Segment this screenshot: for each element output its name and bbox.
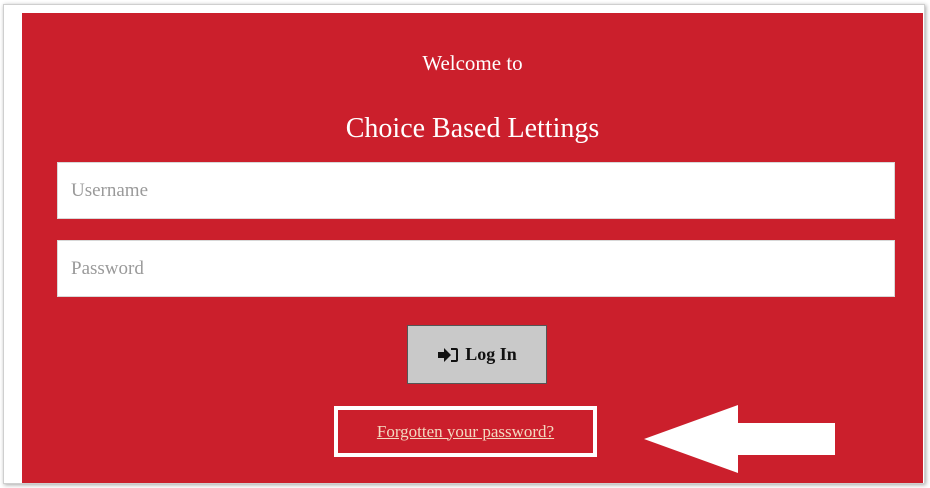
login-button[interactable]: Log In [407,325,547,384]
site-title: Choice Based Lettings [345,113,600,144]
screenshot-frame: Welcome to Choice Based Lettings Log In … [0,0,930,488]
forgot-password-highlight: Forgotten your password? [334,406,597,457]
sign-in-icon [437,346,459,364]
username-input[interactable] [57,162,895,219]
forgot-password-link[interactable]: Forgotten your password? [377,422,554,442]
welcome-text: Welcome to [422,51,523,75]
login-button-label: Log In [465,344,517,364]
left-arrow-icon [644,405,835,473]
login-panel: Welcome to Choice Based Lettings Log In … [22,13,923,483]
password-input[interactable] [57,240,895,297]
